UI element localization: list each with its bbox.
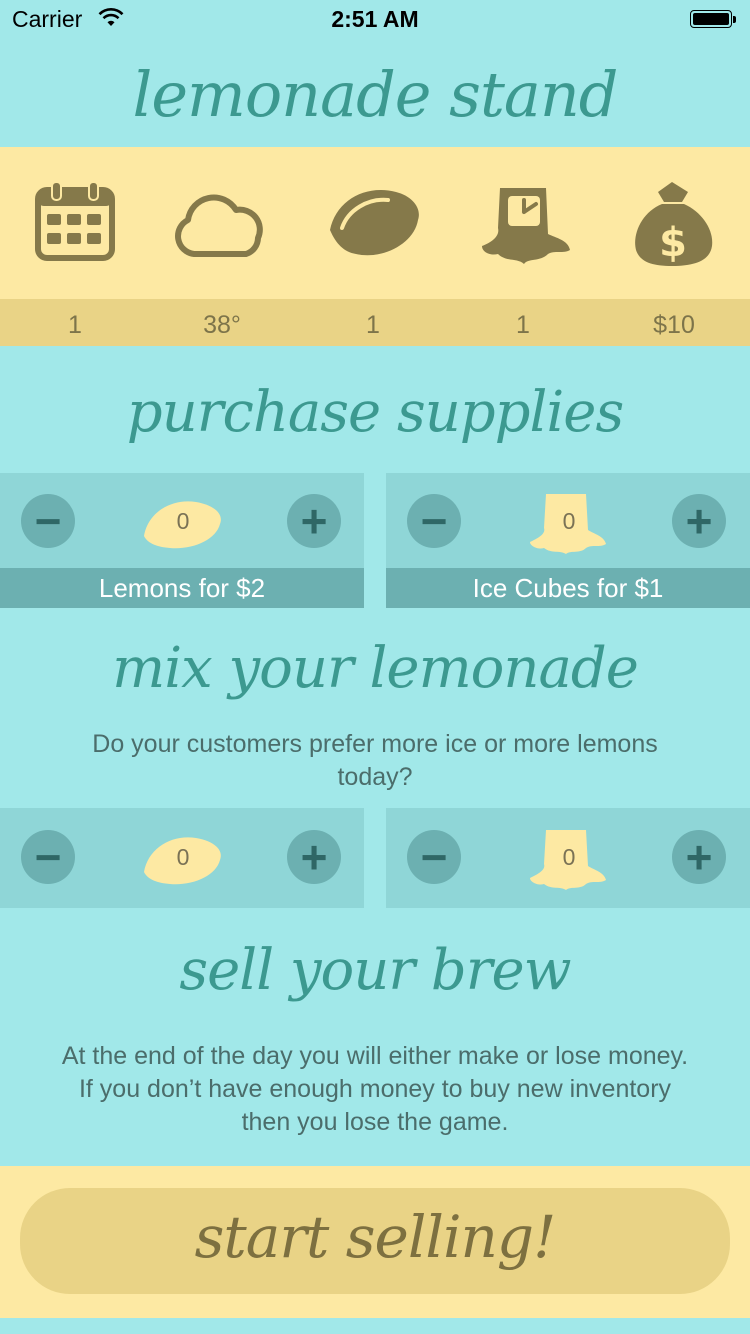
battery-icon [690,10,736,30]
status-bar: Carrier 2:51 AM [0,0,750,40]
purchase-ice-plus-button[interactable]: + [672,494,726,548]
purchase-ice-count: 0 [562,508,576,534]
purchase-lemons-minus-button[interactable]: − [21,494,75,548]
svg-text:$: $ [659,220,687,266]
mix-lemons-minus-button[interactable]: − [21,830,75,884]
mix-ice-minus-button[interactable]: − [407,830,461,884]
mix-ice-count: 0 [562,844,576,870]
purchase-ice-label: Ice Cubes for $1 [386,568,750,608]
purchase-lemons-plus-button[interactable]: + [287,494,341,548]
purchase-ice-minus-button[interactable]: − [407,494,461,548]
temperature-value: 38° [203,311,241,339]
lemon-icon [330,189,419,256]
purchase-heading: purchase supplies [126,380,624,445]
day-value: 1 [68,311,82,339]
mix-heading: mix your lemonade [112,636,639,701]
ice-cube-icon [482,188,570,264]
mix-lemons-count: 0 [176,844,190,870]
money-value: $10 [653,311,695,339]
mix-description: Do your customers prefer more ice or mor… [92,730,658,791]
calendar-icon [35,181,115,261]
lemons-owned-value: 1 [366,311,380,339]
ice-owned-value: 1 [516,311,530,339]
cloud-icon [175,194,263,257]
money-bag-icon: $ [635,182,713,266]
sell-description: At the end of the day you will either ma… [61,1042,689,1136]
sell-heading: sell your brew [179,938,571,1003]
mix-ice-plus-button[interactable]: + [672,830,726,884]
purchase-lemons-label: Lemons for $2 [0,568,364,608]
purchase-lemons-count: 0 [176,508,190,534]
mix-lemons-plus-button[interactable]: + [287,830,341,884]
app-title: lemonade stand [132,58,619,131]
start-selling-label[interactable]: start selling! [20,1188,730,1294]
clock: 2:51 AM [331,6,419,32]
